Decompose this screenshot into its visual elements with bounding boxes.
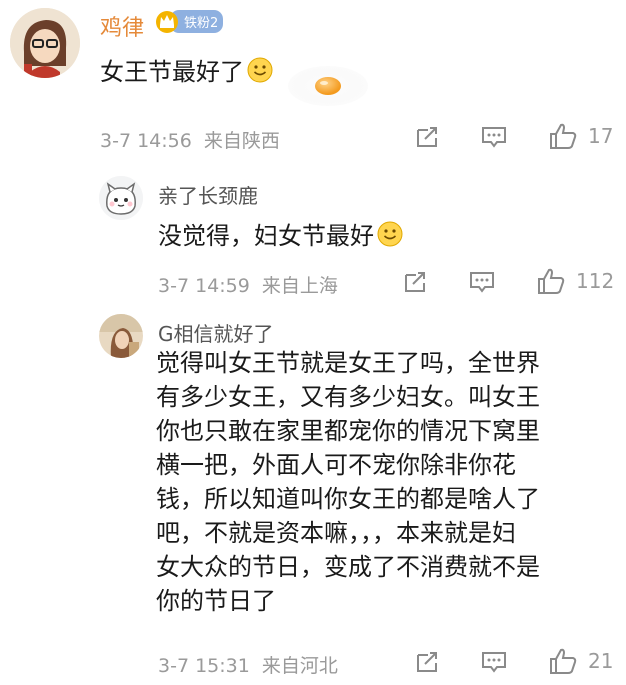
comment-bubble-icon	[482, 652, 506, 673]
repost-icon	[417, 652, 437, 672]
like-count: 112	[576, 269, 615, 293]
comment-text-row: 女王节最好了	[100, 57, 273, 84]
reply-text-line: 横一把，外面人可不宠你除非你花	[156, 451, 516, 479]
fan-badge: 铁粉2	[154, 8, 224, 34]
reply-meta: 3-7 14:59 来自上海	[158, 271, 338, 298]
reply-location: 来自河北	[261, 655, 338, 677]
repost-icon	[405, 272, 425, 292]
thumbs-up-icon	[538, 268, 565, 294]
comment-meta: 3-7 14:56 来自陕西	[100, 126, 280, 153]
like-button[interactable]: 17	[548, 122, 613, 150]
comment-author-name[interactable]: 鸡律	[100, 10, 144, 42]
comment-button[interactable]	[480, 649, 508, 675]
comment-bubble-icon	[482, 127, 506, 148]
reply-meta: 3-7 15:31 来自河北	[158, 651, 338, 678]
reply-time: 3-7 14:59	[158, 275, 250, 297]
reply-text-line: 有多少女王，又有多少妇女。叫女王	[156, 383, 540, 411]
comment-time: 3-7 14:56	[100, 130, 192, 152]
like-count: 21	[588, 649, 614, 673]
avatar-image	[99, 314, 143, 358]
reply-text-row: 没觉得，妇女节最好	[158, 221, 403, 248]
reply-text-line: 吧，不就是资本嘛，，，本来就是妇	[156, 519, 516, 547]
thumbs-up-icon	[550, 648, 577, 674]
comment-bubble-icon	[470, 272, 494, 293]
repost-button[interactable]	[402, 269, 428, 295]
like-count: 17	[588, 124, 614, 148]
reply-text-line: 你的节日了	[156, 587, 276, 615]
avatar[interactable]	[99, 314, 143, 358]
comment-button[interactable]	[480, 124, 508, 150]
avatar[interactable]	[10, 8, 80, 78]
smile-emoji-icon	[247, 57, 273, 83]
repost-button[interactable]	[414, 649, 440, 675]
comment-location: 来自陕西	[203, 130, 280, 152]
reply-text-line: 你也只敢在家里都宠你的情况下窝里	[156, 417, 540, 445]
reply-author-name[interactable]: G相信就好了	[158, 318, 274, 347]
reply-text-line: 钱，所以知道叫你女王的都是啥人了	[156, 485, 540, 513]
reply-text-line: 觉得叫女王节就是女王了吗，全世界	[156, 349, 540, 377]
fried-egg-sticker	[288, 66, 368, 106]
comment-button[interactable]	[468, 269, 496, 295]
reply-text: 觉得叫女王节就是女王了吗，全世界 有多少女王，又有多少妇女。叫女王 你也只敢在家…	[156, 346, 596, 618]
like-button[interactable]: 112	[536, 267, 614, 295]
avatar-image	[99, 176, 143, 220]
reply-author-name[interactable]: 亲了长颈鹿	[158, 180, 258, 209]
avatar[interactable]	[99, 176, 143, 220]
reply-time: 3-7 15:31	[158, 655, 250, 677]
avatar-image	[10, 8, 80, 78]
repost-button[interactable]	[414, 124, 440, 150]
reply-location: 来自上海	[261, 275, 338, 297]
crown-icon	[156, 11, 178, 33]
comment-text: 女王节最好了	[100, 58, 244, 86]
thumbs-up-icon	[550, 123, 577, 149]
reply-text-line: 女大众的节日，变成了不消费就不是	[156, 553, 540, 581]
repost-icon	[417, 127, 437, 147]
reply-text: 没觉得，妇女节最好	[158, 222, 374, 250]
smile-emoji-icon	[377, 221, 403, 247]
like-button[interactable]: 21	[548, 647, 613, 675]
